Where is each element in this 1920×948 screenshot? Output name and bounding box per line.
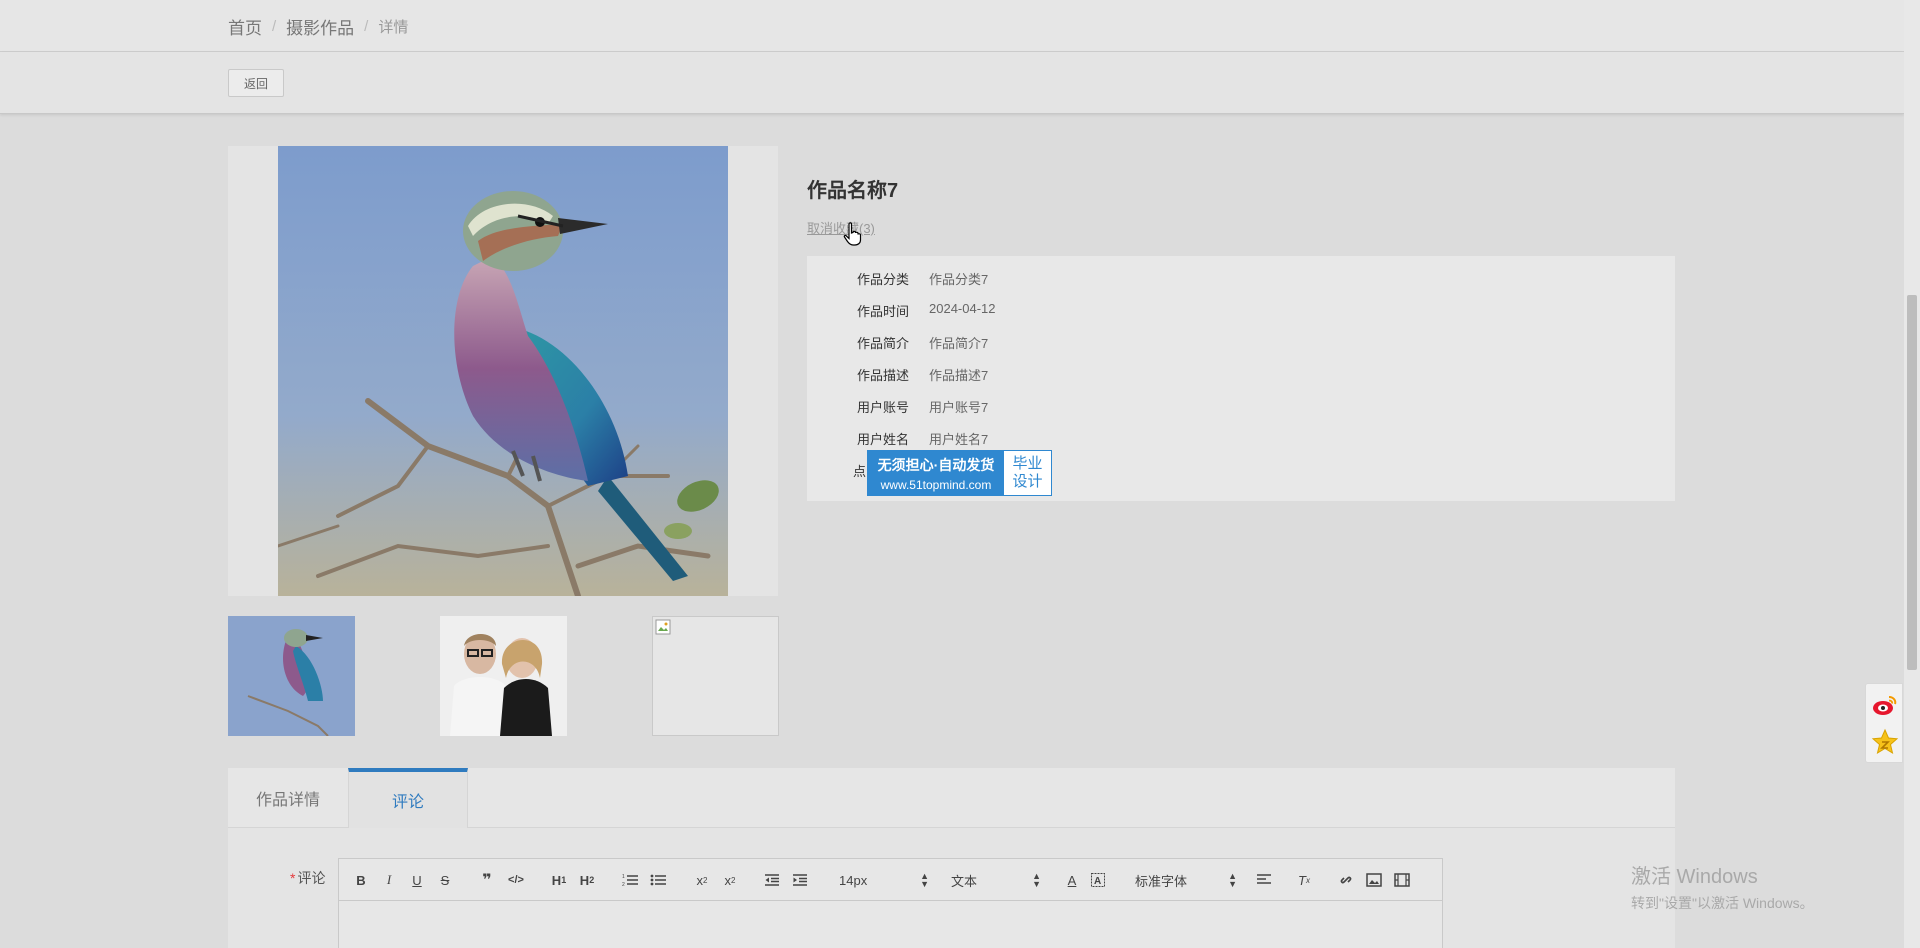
ad-url: www.51topmind.com [880,477,992,492]
info-label: 用户姓名 [856,432,909,447]
svg-text:1: 1 [622,874,625,880]
font-size-value: 14px [839,872,868,888]
select-arrows-icon: ▲ ▼ [920,871,929,889]
ad-slogan: 无须担心·自动发货 [877,456,995,473]
font-family-select[interactable]: 标准字体 ▲ ▼ [1135,870,1237,890]
info-value: 作品简介7 [929,336,989,351]
font-size-select[interactable]: 14px ▲ ▼ [839,870,929,890]
breadcrumb-separator: / [364,18,369,35]
broken-image-icon [655,619,671,635]
image-icon[interactable] [1365,870,1383,890]
indent-icon[interactable] [791,870,809,890]
thumbnail-bird[interactable] [228,616,355,736]
heading2-icon[interactable]: H2 [577,870,597,890]
rich-text-editor: B I U S ❞ </> H1 H2 12 x2 x2 14px ▲ ▼ 文本 … [338,858,1443,948]
detail-tabs: 作品详情 评论 [228,768,1675,828]
work-title: 作品名称7 [807,180,899,202]
ad-badge-left: 无须担心·自动发货 www.51topmind.com [868,451,1004,495]
info-label: 作品描述 [856,368,909,383]
bold-icon[interactable]: B [353,870,369,890]
main-photo-bird [278,146,728,596]
breadcrumb-current-detail: 详情 [378,19,409,36]
background-color-icon[interactable]: A [1089,870,1107,890]
main-photo-container [228,146,778,596]
breadcrumb-bar: 首页 / 摄影作品 / 详情 [0,0,1904,52]
info-value: 2024-04-12 [929,301,996,316]
font-family-value: 标准字体 [1135,873,1188,889]
info-label: 点 [852,464,866,479]
block-type-select[interactable]: 文本 ▲ ▼ [951,870,1041,890]
align-icon[interactable] [1255,870,1273,890]
ad-badge[interactable]: 无须担心·自动发货 www.51topmind.com 毕业 设计 [867,450,1052,496]
hand-cursor-icon [843,222,862,246]
info-label: 用户账号 [856,400,909,415]
underline-icon[interactable]: U [409,870,425,890]
breadcrumb-photography-works[interactable]: 摄影作品 [286,14,354,39]
thumbnail-broken-image[interactable] [652,616,779,736]
clear-format-icon[interactable]: Tx [1295,870,1313,890]
info-row-clicks: 点 [807,461,866,481]
breadcrumb: 首页 / 摄影作品 / 详情 [228,14,408,39]
favorite-star-icon[interactable] [1871,728,1899,756]
info-row-intro: 作品简介 作品简介7 [807,333,988,353]
font-color-icon[interactable]: A [1063,870,1081,890]
italic-icon[interactable]: I [381,870,397,890]
comment-label-text: 评论 [297,870,326,886]
video-icon[interactable] [1393,870,1411,890]
block-type-value: 文本 [951,873,978,889]
subscript-icon[interactable]: x2 [693,870,711,890]
code-block-icon[interactable]: </> [507,870,525,890]
strikethrough-icon[interactable]: S [437,870,453,890]
ordered-list-icon[interactable]: 12 [621,870,639,890]
breadcrumb-home[interactable]: 首页 [228,14,262,39]
watermark-subtitle: 转到"设置"以激活 Windows。 [1631,895,1814,911]
svg-text:A: A [1094,876,1101,887]
select-arrows-icon: ▲ ▼ [1228,871,1237,889]
page-scrollbar-thumb[interactable] [1907,295,1917,670]
select-arrows-icon: ▲ ▼ [1032,871,1041,889]
superscript-icon[interactable]: x2 [721,870,739,890]
tab-comments[interactable]: 评论 [348,768,468,828]
required-mark: * [290,870,296,886]
weibo-icon[interactable] [1871,691,1899,719]
thumbnail-bird-image [228,616,355,736]
info-row-description: 作品描述 作品描述7 [807,365,988,385]
bullet-list-icon[interactable] [649,870,667,890]
info-row-time: 作品时间 2024-04-12 [807,301,996,321]
share-widget [1865,683,1903,763]
breadcrumb-separator: / [272,18,277,35]
thumbnail-portrait[interactable] [440,616,567,736]
info-value: 用户账号7 [929,400,989,415]
info-label: 作品时间 [856,304,909,319]
info-row-category: 作品分类 作品分类7 [807,269,988,289]
tab-work-detail[interactable]: 作品详情 [228,768,348,828]
info-value: 用户姓名7 [929,432,989,447]
info-row-user-account: 用户账号 用户账号7 [807,397,988,417]
cancel-favorite-link[interactable]: 取消收藏(3) [807,218,875,237]
watermark-title: 激活 Windows [1631,866,1758,888]
back-button[interactable]: 返回 [228,69,284,97]
ad-right-bottom: 设计 [1012,473,1043,490]
info-row-user-name: 用户姓名 用户姓名7 [807,429,988,449]
editor-toolbar: B I U S ❞ </> H1 H2 12 x2 x2 14px ▲ ▼ 文本 … [339,859,1442,901]
svg-text:2: 2 [622,882,625,887]
link-icon[interactable] [1337,870,1355,890]
heading1-icon[interactable]: H1 [549,870,569,890]
ad-badge-right: 毕业 设计 [1004,451,1051,495]
outdent-icon[interactable] [763,870,781,890]
action-toolbar: 返回 [0,52,1904,114]
comment-label: * 评论 [290,868,325,888]
info-label: 作品分类 [856,272,909,287]
info-value: 作品描述7 [929,368,989,383]
thumbnail-portrait-image [440,616,567,736]
windows-activation-watermark: 激活 Windows 转到"设置"以激活 Windows。 [1631,860,1814,913]
blockquote-icon[interactable]: ❞ [479,870,495,890]
ad-right-top: 毕业 [1012,455,1043,472]
info-value: 作品分类7 [929,272,989,287]
info-label: 作品简介 [856,336,909,351]
